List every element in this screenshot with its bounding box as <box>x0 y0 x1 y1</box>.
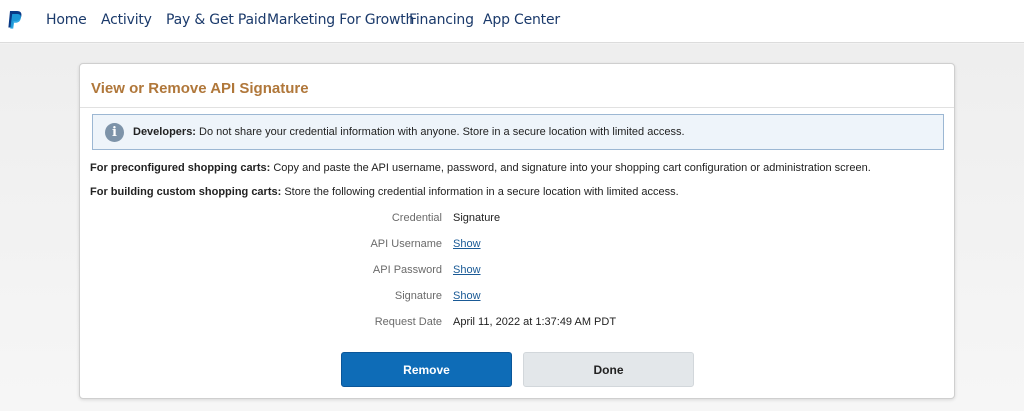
alert-strong: Developers: <box>133 126 196 138</box>
api-signature-card: View or Remove API Signature i Developer… <box>79 63 955 399</box>
request-date-value: April 11, 2022 at 1:37:49 AM PDT <box>453 316 617 328</box>
api-password-show-link[interactable]: Show <box>453 264 481 276</box>
developer-alert: i Developers: Do not share your credenti… <box>92 114 944 150</box>
api-password-label: API Password <box>372 264 442 276</box>
nav-financing[interactable]: Financing <box>409 12 474 28</box>
preconfigured-carts-note: For preconfigured shopping carts: Copy a… <box>90 162 871 174</box>
api-username-show-link[interactable]: Show <box>453 238 481 250</box>
paypal-logo-icon[interactable] <box>7 11 23 29</box>
credential-value: Signature <box>453 212 501 224</box>
preconfigured-text: Copy and paste the API username, passwor… <box>270 162 871 174</box>
preconfigured-strong: For preconfigured shopping carts: <box>90 162 271 174</box>
top-navigation-bar: Home Activity Pay & Get Paid Marketing F… <box>0 0 1024 43</box>
nav-home[interactable]: Home <box>46 12 87 28</box>
alert-text: Do not share your credential information… <box>195 126 685 138</box>
page-title: View or Remove API Signature <box>91 80 309 97</box>
nav-activity[interactable]: Activity <box>101 12 152 28</box>
custom-carts-note: For building custom shopping carts: Stor… <box>90 186 679 198</box>
nav-pay-and-get-paid[interactable]: Pay & Get Paid <box>166 12 266 28</box>
alert-message: Developers: Do not share your credential… <box>133 126 685 138</box>
title-divider <box>80 107 954 108</box>
remove-button[interactable]: Remove <box>341 352 512 387</box>
api-username-label: API Username <box>370 238 442 250</box>
signature-label: Signature <box>394 290 442 302</box>
custom-strong: For building custom shopping carts: <box>90 186 282 198</box>
credential-label: Credential <box>391 212 442 224</box>
nav-marketing-for-growth[interactable]: Marketing For Growth <box>267 12 414 28</box>
signature-show-link[interactable]: Show <box>453 290 481 302</box>
nav-app-center[interactable]: App Center <box>483 12 560 28</box>
custom-text: Store the following credential informati… <box>281 186 679 198</box>
request-date-label: Request Date <box>374 316 442 328</box>
info-icon: i <box>105 123 124 142</box>
done-button[interactable]: Done <box>523 352 694 387</box>
